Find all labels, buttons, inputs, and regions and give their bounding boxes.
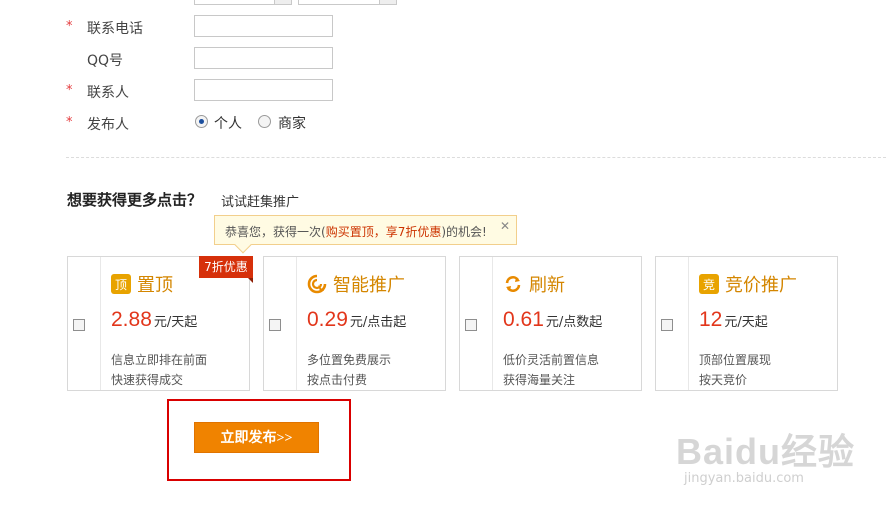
radio-personal-label[interactable]: 个人 [214, 113, 242, 133]
top-icon: 顶 [111, 274, 131, 294]
smart-promo-icon [307, 274, 327, 294]
smart-checkbox[interactable] [269, 319, 281, 331]
card-name: 刷新 [529, 275, 565, 296]
watermark-logo: Baidu经验 [676, 431, 856, 472]
promo-card-refresh: 刷新 0.61 元/点数起 低价灵活前置信息 获得海量关注 [459, 256, 642, 391]
chevron-down-icon [379, 0, 396, 4]
card-desc-2: 获得海量关注 [503, 373, 576, 387]
qq-row: QQ号 [0, 47, 886, 71]
card-divider [100, 257, 101, 390]
refresh-icon [503, 274, 523, 294]
card-desc-1: 信息立即排在前面 [111, 353, 208, 367]
discount-ribbon: 7折优惠 [199, 256, 253, 283]
card-desc-1: 低价灵活前置信息 [503, 353, 600, 367]
top-checkbox[interactable] [73, 319, 85, 331]
radio-personal[interactable] [195, 115, 208, 128]
chevron-down-icon [274, 0, 291, 4]
promo-card-bid: 竞 竞价推广 12 元/天起 顶部位置展现 按天竞价 [655, 256, 838, 391]
region-select-1[interactable] [194, 0, 292, 5]
card-desc-1: 顶部位置展现 [699, 353, 772, 367]
required-mark: * [66, 83, 73, 98]
bid-checkbox[interactable] [661, 319, 673, 331]
card-price: 2.88 元/天起 [111, 308, 198, 331]
radio-merchant[interactable] [258, 115, 271, 128]
card-desc-1: 多位置免费展示 [307, 353, 392, 367]
close-icon[interactable]: ✕ [500, 219, 510, 233]
radio-merchant-label[interactable]: 商家 [278, 113, 306, 133]
qq-label: QQ号 [87, 53, 124, 69]
region-select-2[interactable] [298, 0, 397, 5]
required-mark: * [66, 19, 73, 34]
promo-subtitle: 试试赶集推广 [221, 195, 300, 210]
qq-input[interactable] [194, 47, 333, 69]
contact-label: 联系人 [87, 85, 129, 101]
section-divider [66, 157, 886, 158]
baidu-watermark: Baidu经验 jingyan.baidu.com [676, 423, 855, 486]
bid-icon: 竞 [699, 274, 719, 294]
card-name: 置顶 [137, 275, 173, 296]
card-desc-2: 按天竞价 [699, 373, 748, 387]
promo-card-smart: 智能推广 0.29 元/点击起 多位置免费展示 按点击付费 [263, 256, 446, 391]
tip-text: 恭喜您，获得一次(购买置顶，享7折优惠)的机会! [225, 225, 487, 239]
card-name: 竞价推广 [725, 275, 797, 296]
card-divider [296, 257, 297, 390]
card-price: 0.29 元/点击起 [307, 308, 407, 331]
card-price: 0.61 元/点数起 [503, 308, 603, 331]
card-name: 智能推广 [333, 275, 405, 296]
publish-now-button[interactable]: 立即发布>> [194, 422, 319, 453]
card-desc-2: 快速获得成交 [111, 373, 184, 387]
publisher-label: 发布人 [87, 117, 129, 133]
contact-input[interactable] [194, 79, 333, 101]
card-divider [492, 257, 493, 390]
contact-row: * 联系人 [0, 79, 886, 103]
phone-input[interactable] [194, 15, 333, 37]
publisher-row: * 发布人 个人 商家 [0, 111, 886, 135]
discount-tip: 恭喜您，获得一次(购买置顶，享7折优惠)的机会! ✕ [214, 215, 517, 254]
required-mark: * [66, 115, 73, 130]
refresh-checkbox[interactable] [465, 319, 477, 331]
phone-row: * 联系电话 [0, 15, 886, 39]
promo-title: 想要获得更多点击？ [67, 191, 203, 209]
card-divider [688, 257, 689, 390]
card-price: 12 元/天起 [699, 308, 768, 331]
card-desc-2: 按点击付费 [307, 373, 368, 387]
phone-label: 联系电话 [87, 21, 143, 37]
